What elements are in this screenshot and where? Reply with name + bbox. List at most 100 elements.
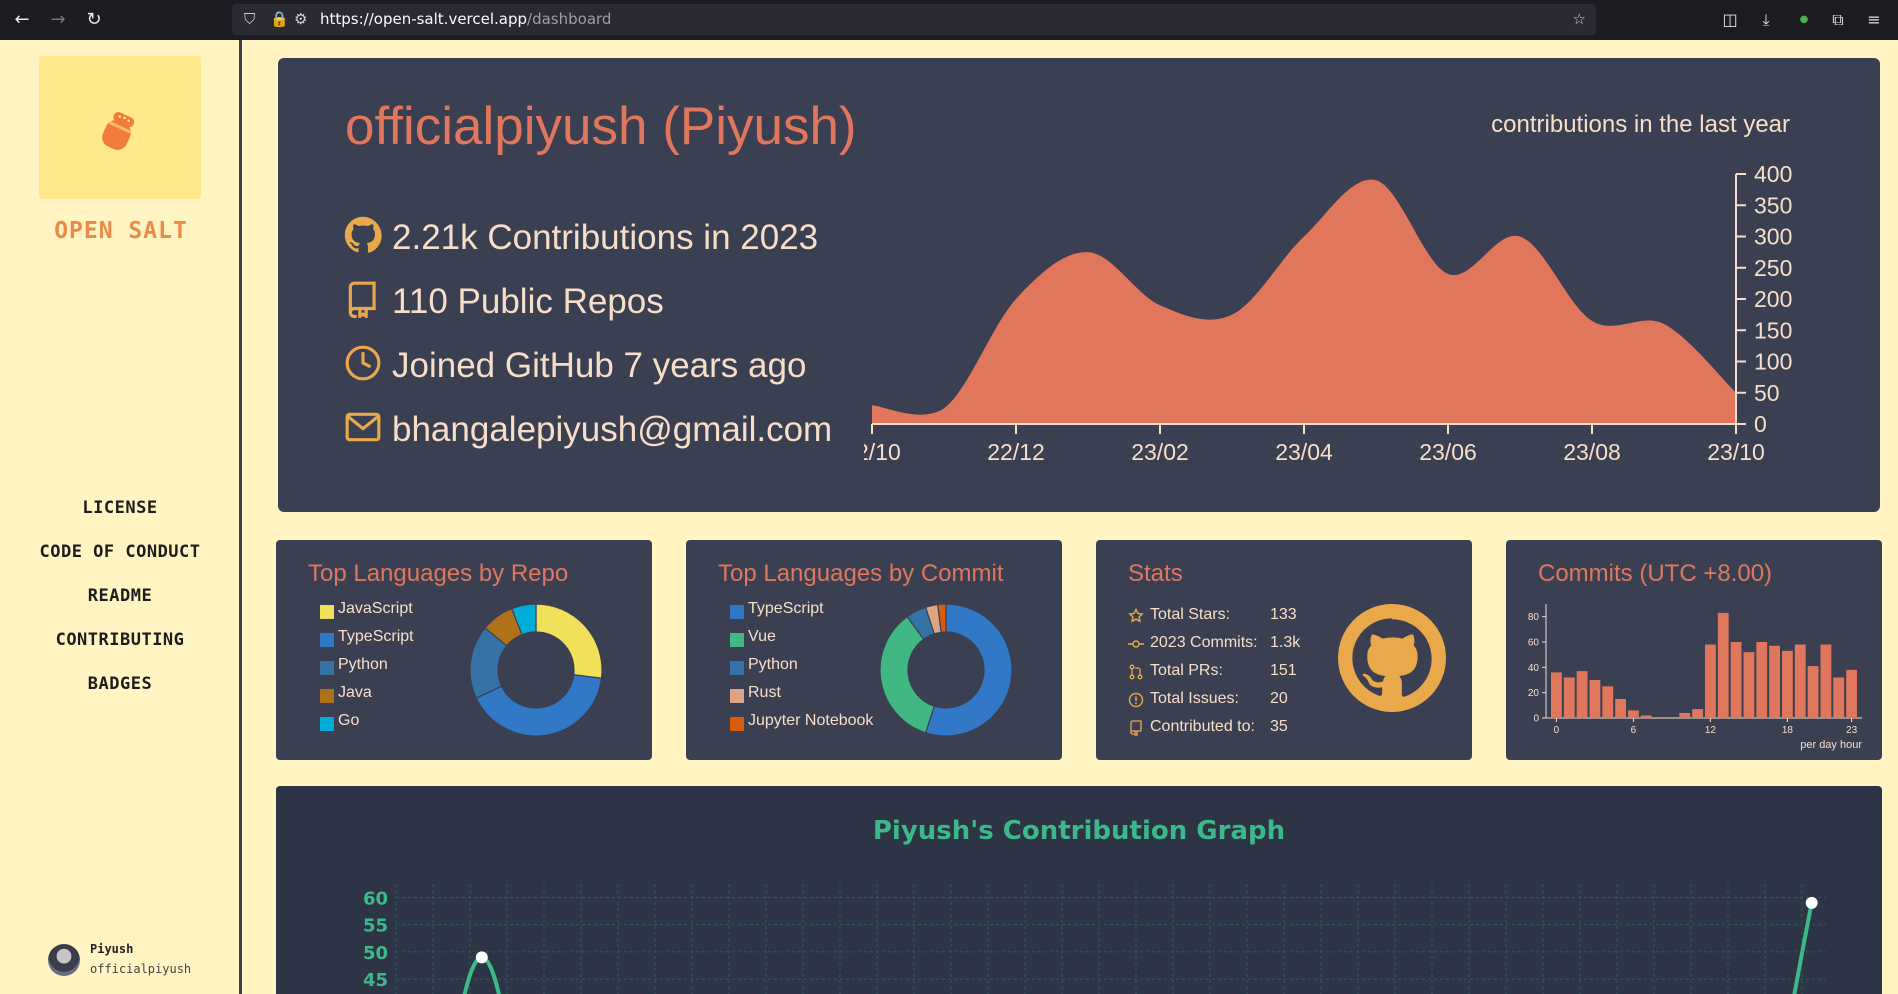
user-profile[interactable]: Piyush officialpiyush — [48, 940, 238, 980]
hour-bar[interactable] — [1628, 710, 1639, 718]
permissions-icon[interactable]: ⚙ — [294, 8, 307, 30]
line-point[interactable] — [475, 951, 488, 964]
lock-icon[interactable]: 🔒 — [270, 8, 289, 30]
bookmark-star-icon[interactable]: ☆ — [1573, 8, 1586, 30]
nav-contributing[interactable]: CONTRIBUTING — [0, 630, 240, 650]
y-tick-label: 0 — [1533, 714, 1539, 725]
y-tick-label: 400 — [1754, 161, 1792, 187]
legend-label: TypeScript — [748, 600, 824, 617]
shield-icon[interactable]: ⛉ — [244, 8, 255, 30]
hour-bar[interactable] — [1602, 686, 1614, 718]
hour-bar[interactable] — [1833, 677, 1845, 718]
legend-label: Vue — [748, 628, 776, 645]
line-series — [1792, 902, 1814, 994]
x-tick-label: 23/08 — [1563, 439, 1621, 465]
hour-bar[interactable] — [1794, 644, 1806, 718]
y-tick-label: 55 — [363, 916, 388, 937]
logo[interactable] — [39, 56, 201, 199]
legend-label: Python — [338, 656, 388, 673]
hour-bar[interactable] — [1846, 669, 1857, 718]
contributions-area-chart: 22/10 22/12 23/02 23/04 23/06 23/08 23/100 50 10… — [864, 161, 1792, 465]
clock-icon — [345, 345, 381, 381]
x-axis-label: per day hour — [1800, 739, 1862, 751]
donut-slice-javascript[interactable] — [535, 603, 603, 679]
url-path: /dashboard — [527, 10, 612, 28]
legend-label: Python — [748, 656, 798, 673]
chart-caption: contributions in the last year — [1491, 111, 1790, 138]
stat-label: Total PRs: — [1150, 662, 1223, 679]
y-tick-label: 45 — [363, 970, 388, 991]
back-icon[interactable]: ← — [10, 8, 34, 32]
hour-bar[interactable] — [1692, 709, 1703, 718]
hour-bar[interactable] — [1756, 642, 1768, 718]
y-tick-label: 0 — [1754, 411, 1767, 437]
hour-bar[interactable] — [1782, 650, 1793, 718]
joined-text: Joined GitHub 7 years ago — [392, 346, 807, 385]
graph-title: Piyush's Contribution Graph — [872, 816, 1286, 846]
nav-readme[interactable]: README — [0, 586, 240, 606]
profile-title: officialpiyush (Piyush) — [345, 97, 857, 156]
address-bar[interactable]: ⛉ 🔒 ⚙ https://open-salt.vercel.app/dashb… — [232, 4, 1596, 35]
y-tick-label: 60 — [363, 888, 388, 909]
hour-bar[interactable] — [1820, 644, 1832, 718]
downloads-icon[interactable]: ⤓ — [1754, 8, 1778, 32]
contribution-graph-card: 45 50 55 60 Piyush's Contribution Graph — [276, 786, 1882, 994]
y-tick-label: 350 — [1754, 192, 1792, 218]
legend-swatch — [730, 633, 744, 647]
url-text[interactable]: https://open-salt.vercel.app/dashboard — [320, 10, 611, 28]
y-tick-label: 150 — [1754, 317, 1792, 343]
email-text[interactable]: bhangalepiyush@gmail.com — [392, 410, 832, 450]
hour-bar[interactable] — [1769, 645, 1780, 718]
pocket-icon[interactable]: ◫ — [1718, 8, 1742, 32]
hour-bar[interactable] — [1807, 666, 1819, 718]
y-tick-label: 100 — [1754, 349, 1792, 375]
nav-badges[interactable]: BADGES — [0, 674, 240, 694]
x-tick-label: 12 — [1705, 725, 1717, 736]
menu-icon[interactable]: ≡ — [1862, 8, 1886, 32]
y-tick-label: 20 — [1528, 688, 1540, 699]
stats-card: Stats Total Stars: 133 2023 Commits: 1.3… — [1096, 540, 1472, 760]
lang-commit-donut — [879, 603, 1013, 737]
avatar[interactable] — [48, 944, 80, 976]
hour-bar[interactable] — [1730, 642, 1742, 718]
hour-bar[interactable] — [1615, 699, 1626, 718]
hour-bar[interactable] — [1589, 680, 1601, 718]
hour-bar[interactable] — [1717, 612, 1729, 718]
nav-license[interactable]: LICENSE — [0, 498, 240, 518]
x-tick-label: 23/04 — [1275, 439, 1333, 465]
repos-text: 110 Public Repos — [392, 282, 664, 321]
extensions-icon[interactable]: ⧉ — [1826, 8, 1850, 32]
stat-label: Contributed to: — [1150, 718, 1255, 735]
legend-swatch — [320, 689, 334, 703]
x-tick-label: 23 — [1846, 725, 1858, 736]
nav-code-of-conduct[interactable]: CODE OF CONDUCT — [0, 542, 240, 562]
card-title: Stats — [1128, 560, 1183, 587]
hour-bar[interactable] — [1563, 677, 1575, 718]
mail-icon — [345, 412, 381, 442]
extension-dot-icon[interactable]: ● — [1792, 8, 1816, 32]
stat-value: 20 — [1270, 690, 1288, 707]
hour-bar[interactable] — [1640, 715, 1652, 718]
hour-bar[interactable] — [1551, 672, 1562, 718]
y-tick-label: 40 — [1528, 663, 1540, 674]
legend-swatch — [320, 717, 334, 731]
line-point[interactable] — [1805, 896, 1818, 909]
stat-value: 35 — [1270, 718, 1288, 735]
github-logo-icon — [1338, 604, 1446, 712]
hour-bar[interactable] — [1743, 652, 1755, 718]
hour-bar[interactable] — [1705, 644, 1716, 718]
y-tick-label: 80 — [1528, 612, 1540, 623]
legend-label: Rust — [748, 684, 781, 701]
commits-hour-card: Commits (UTC +8.00) 0 20 40 60 80 0 6 12 18 23 per… — [1506, 540, 1882, 760]
forward-icon[interactable]: → — [46, 8, 70, 32]
legend-swatch — [730, 605, 744, 619]
brand-name[interactable]: OPEN SALT — [0, 218, 242, 244]
star-icon — [1128, 608, 1144, 623]
hour-bar[interactable] — [1576, 671, 1588, 718]
stat-label: Total Stars: — [1150, 606, 1231, 623]
hour-bar[interactable] — [1679, 712, 1691, 718]
legend-label: TypeScript — [338, 628, 414, 645]
reload-icon[interactable]: ↻ — [82, 8, 106, 32]
y-tick-label: 300 — [1754, 224, 1792, 250]
profile-card: officialpiyush (Piyush) 2.21k Contributi… — [278, 58, 1880, 512]
